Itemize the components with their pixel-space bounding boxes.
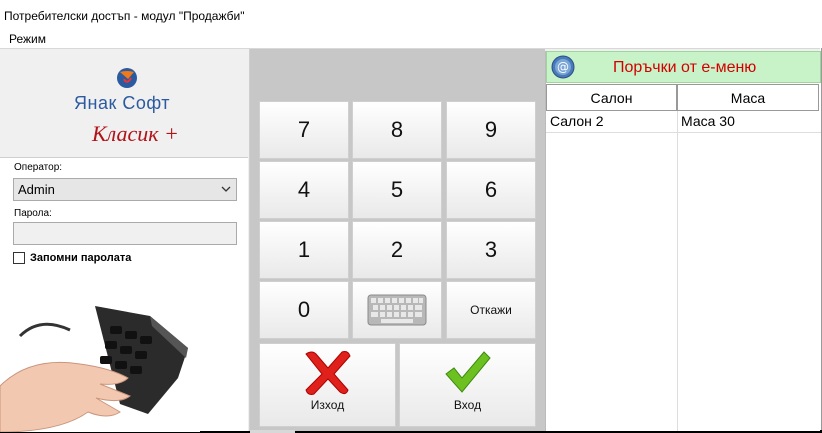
column-header-table[interactable]: Маса [677, 84, 819, 111]
column-divider [677, 111, 678, 431]
menu-item-mode[interactable]: Режим [9, 32, 46, 46]
menu-bar: Режим [0, 30, 822, 48]
logo-area: Янак Софт Класик + [0, 49, 248, 156]
key-4[interactable]: 4 [259, 161, 349, 219]
login-form: Оператор: Admin Парола: Запомни паролата [0, 157, 248, 432]
password-field[interactable] [13, 222, 237, 245]
product-name: Класик + [92, 121, 179, 146]
window-frame: Потребителски достъп - модул "Продажби" … [0, 0, 822, 432]
key-1[interactable]: 1 [259, 221, 349, 279]
key-5[interactable]: 5 [352, 161, 442, 219]
window-title: Потребителски достъп - модул "Продажби" [4, 9, 245, 23]
exit-button[interactable]: Изход [259, 343, 396, 427]
operator-label: Оператор: [14, 162, 63, 173]
login-button[interactable]: Вход [399, 343, 536, 427]
operator-value: Admin [18, 182, 55, 197]
remember-password-checkbox[interactable] [13, 252, 25, 264]
password-label: Парола: [14, 208, 52, 219]
login-panel: Янак Софт Класик + Оператор: Admin Парол… [0, 49, 250, 432]
numpad: 7 8 9 4 5 6 1 2 3 0 Откажи Изход Вход [250, 49, 545, 431]
keyboard-button[interactable] [352, 281, 442, 339]
table-row-salon[interactable]: Салон 2 [546, 113, 677, 133]
key-3[interactable]: 3 [446, 221, 536, 279]
remember-password-label: Запомни паролата [30, 252, 132, 264]
keyboard-icon [367, 294, 427, 326]
keypad-hand-illustration [0, 286, 200, 432]
operator-select[interactable]: Admin [13, 178, 237, 201]
table-row-table[interactable]: Маса 30 [677, 113, 819, 133]
app-window: Потребителски достъп - модул "Продажби" … [0, 0, 822, 433]
key-6[interactable]: 6 [446, 161, 536, 219]
key-8[interactable]: 8 [352, 101, 442, 159]
key-9[interactable]: 9 [446, 101, 536, 159]
svg-text:@: @ [557, 60, 569, 74]
key-7[interactable]: 7 [259, 101, 349, 159]
emenu-orders-panel: @ Поръчки от е-меню Салон Маса Салон 2 М… [545, 51, 821, 431]
key-2[interactable]: 2 [352, 221, 442, 279]
red-x-icon [304, 351, 351, 395]
brand-logo-icon [117, 68, 137, 88]
exit-label: Изход [310, 398, 345, 412]
column-header-salon[interactable]: Салон [546, 84, 677, 111]
client-area: Янак Софт Класик + Оператор: Admin Парол… [0, 48, 821, 432]
at-sign-icon: @ [551, 55, 575, 79]
green-check-icon [444, 351, 491, 393]
chevron-down-icon [221, 186, 231, 192]
key-0[interactable]: 0 [259, 281, 349, 339]
title-bar: Потребителски достъп - модул "Продажби" [0, 0, 822, 30]
cancel-button[interactable]: Откажи [446, 281, 536, 339]
remember-password-row[interactable]: Запомни паролата [13, 252, 131, 264]
orders-header: @ Поръчки от е-меню [546, 51, 821, 83]
brand-name: Янак Софт [74, 93, 170, 113]
login-label: Вход [453, 398, 482, 412]
orders-title: Поръчки от е-меню [613, 59, 757, 76]
